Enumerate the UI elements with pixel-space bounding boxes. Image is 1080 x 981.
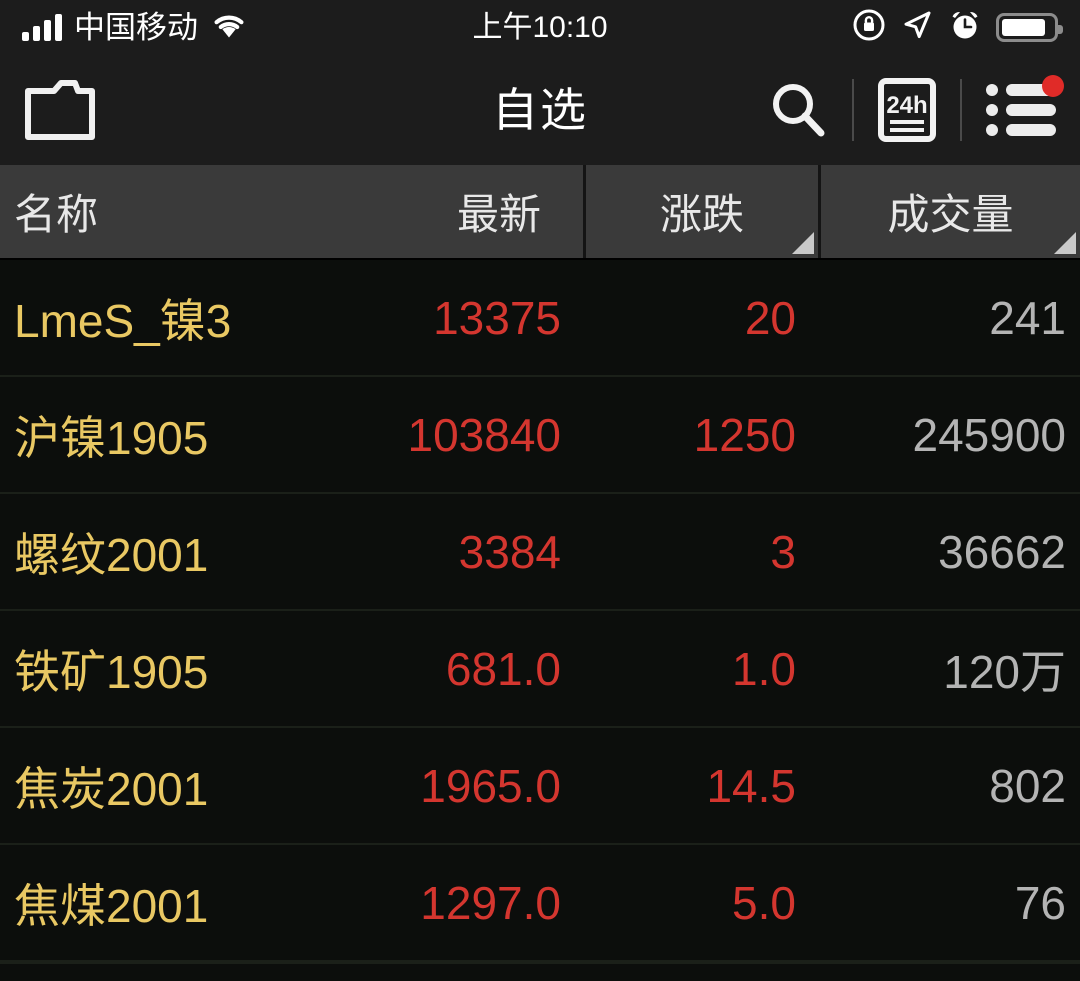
quote-change: 5.0 (732, 876, 796, 929)
quotes-table-body: LmeS_镍3 13375 20 241 沪镍1905 103840 1250 245900 螺… (0, 260, 1080, 962)
24h-news-icon[interactable]: 24h (876, 77, 938, 143)
column-header-name-label: 名称 (14, 191, 99, 238)
quote-volume: 36662 (938, 525, 1066, 578)
nav-divider-1 (852, 79, 854, 141)
quote-change: 1.0 (732, 642, 796, 695)
table-header-row: 名称 最新 涨跌 成交量 (0, 165, 1080, 260)
quote-change: 14.5 (706, 759, 796, 812)
table-row[interactable]: 沪镍1905 103840 1250 245900 (0, 377, 1080, 494)
table-bottom-divider (0, 962, 1080, 964)
column-header-change-label: 涨跌 (659, 191, 744, 238)
wifi-icon (210, 10, 248, 45)
quote-name: 螺纹2001 (14, 528, 209, 581)
folder-icon[interactable] (22, 77, 98, 143)
quote-volume: 120万 (943, 645, 1066, 698)
column-header-volume[interactable]: 成交量 (818, 165, 1080, 258)
sort-indicator-icon[interactable] (1054, 232, 1076, 254)
column-header-volume-label: 成交量 (887, 191, 1014, 238)
quote-volume: 241 (989, 291, 1066, 344)
quote-volume: 76 (1014, 876, 1066, 929)
quote-last-price: 13375 (433, 291, 561, 344)
table-row[interactable]: 螺纹2001 3384 3 36662 (0, 494, 1080, 611)
quote-last-price: 103840 (407, 408, 562, 461)
table-row[interactable]: 焦炭2001 1965.0 14.5 802 (0, 728, 1080, 845)
sort-indicator-icon[interactable] (792, 232, 814, 254)
quote-volume: 245900 (912, 408, 1067, 461)
column-header-name[interactable]: 名称 最新 (0, 165, 583, 258)
quote-change: 3 (770, 525, 796, 578)
quotes-screen: 中国移动 上午10:10 自选 24h 名称 最新 涨跌 成交量 LmeS_镍3… (0, 0, 1080, 981)
alarm-clock-icon (948, 8, 982, 47)
status-bar-left: 中国移动 (22, 10, 248, 45)
quote-change: 20 (744, 291, 796, 344)
nav-bar-actions: 24h (766, 75, 1064, 143)
battery-icon (996, 13, 1063, 42)
location-arrow-icon (900, 8, 934, 47)
notification-badge (1042, 75, 1064, 97)
quote-name: 焦煤2001 (14, 879, 209, 932)
quote-last-price: 1297.0 (420, 876, 561, 929)
table-row[interactable]: 铁矿1905 681.0 1.0 120万 (0, 611, 1080, 728)
quote-name: LmeS_镍3 (14, 294, 232, 347)
quote-last-price: 681.0 (445, 642, 561, 695)
column-header-last-label: 最新 (456, 191, 541, 238)
quote-name: 沪镍1905 (14, 411, 209, 464)
quote-volume: 802 (989, 759, 1066, 812)
signal-bars-icon (22, 13, 62, 41)
table-row[interactable]: LmeS_镍3 13375 20 241 (0, 260, 1080, 377)
carrier-label: 中国移动 (74, 10, 198, 45)
quote-name: 焦炭2001 (14, 762, 209, 815)
search-icon[interactable] (766, 78, 830, 142)
table-row[interactable]: 焦煤2001 1297.0 5.0 76 (0, 845, 1080, 962)
list-menu-icon[interactable] (984, 75, 1064, 141)
status-bar-right (852, 8, 1063, 47)
column-header-change[interactable]: 涨跌 (583, 165, 818, 258)
quote-last-price: 1965.0 (420, 759, 561, 812)
rotation-lock-icon (852, 8, 886, 47)
svg-text:24h: 24h (886, 92, 927, 119)
quote-last-price: 3384 (458, 525, 561, 578)
nav-bar: 自选 24h (0, 55, 1080, 165)
status-bar: 中国移动 上午10:10 (0, 0, 1080, 55)
quote-name: 铁矿1905 (14, 645, 209, 698)
nav-divider-2 (960, 79, 962, 141)
quote-change: 1250 (693, 408, 796, 461)
